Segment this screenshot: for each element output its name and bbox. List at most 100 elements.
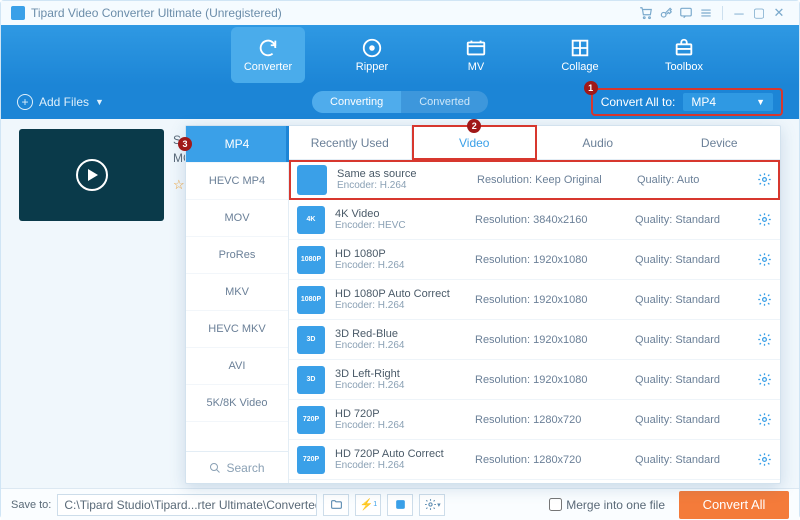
tab-audio[interactable]: Audio	[537, 126, 659, 159]
preset-info: 4K VideoEncoder: HEVC	[335, 208, 465, 231]
preset-row[interactable]: 3D 3D Red-BlueEncoder: H.264 Resolution: 1…	[289, 320, 780, 360]
preset-encoder: Encoder: H.264	[335, 380, 465, 391]
category-hevc-mp4[interactable]: HEVC MP4	[186, 163, 288, 200]
convert-all-value: MP4	[691, 95, 716, 109]
preset-icon: 720P	[297, 406, 325, 434]
play-icon	[76, 159, 108, 191]
preset-resolution: Resolution: 1920x1080	[475, 374, 625, 386]
high-speed-button[interactable]	[387, 494, 413, 516]
preset-info: HD 1080P Auto CorrectEncoder: H.264	[335, 288, 465, 311]
star-icon[interactable]: ☆	[173, 177, 185, 193]
tab-video[interactable]: 2 Video	[412, 125, 538, 160]
category-prores[interactable]: ProRes	[186, 237, 288, 274]
tab-device[interactable]: Device	[659, 126, 781, 159]
tool-toolbox[interactable]: Toolbox	[647, 27, 721, 83]
plus-icon: +	[17, 94, 33, 110]
preset-resolution: Resolution: 1920x1080	[475, 334, 625, 346]
preset-name: 3D Red-Blue	[335, 328, 465, 340]
titlebar: Tipard Video Converter Ultimate (Unregis…	[1, 1, 799, 25]
preset-resolution: Resolution: 3840x2160	[475, 214, 625, 226]
merge-checkbox[interactable]: Merge into one file	[549, 498, 665, 512]
preset-info: HD 720PEncoder: H.264	[335, 408, 465, 431]
cart-icon[interactable]	[636, 3, 656, 23]
preset-row[interactable]: 720PHD 720P Auto CorrectEncoder: H.264Re…	[289, 440, 780, 480]
preset-name: 3D Left-Right	[335, 368, 465, 380]
status-tabs: Converting Converted	[312, 91, 488, 113]
category-hevc-mkv[interactable]: HEVC MKV	[186, 311, 288, 348]
preset-row[interactable]: 640P640P	[289, 480, 780, 483]
category-mkv[interactable]: MKV	[186, 274, 288, 311]
format-type-tabs: Recently Used 2 Video Audio Device	[289, 126, 780, 160]
preset-row[interactable]: 720PHD 720PEncoder: H.264Resolution: 128…	[289, 400, 780, 440]
video-thumbnail[interactable]	[19, 129, 164, 221]
tab-converting[interactable]: Converting	[312, 91, 401, 113]
preset-icon: 3D	[297, 326, 325, 354]
tab-converted[interactable]: Converted	[401, 91, 488, 113]
category-mp4[interactable]: 3 MP4	[186, 126, 288, 163]
maximize-icon[interactable]: ▢	[749, 3, 769, 23]
preset-row[interactable]: 4K4K VideoEncoder: HEVCResolution: 3840x…	[289, 200, 780, 240]
preset-quality: Quality: Standard	[635, 214, 745, 226]
preset-info: 3D Left-RightEncoder: H.264	[335, 368, 465, 391]
format-category-list: 3 MP4 HEVC MP4 MOV ProRes MKV HEVC MKV A…	[186, 126, 289, 483]
minimize-icon[interactable]: ─	[729, 3, 749, 23]
preset-settings-button[interactable]	[757, 372, 772, 387]
preset-info: HD 1080PEncoder: H.264	[335, 248, 465, 271]
category-label: MP4	[225, 137, 250, 151]
feedback-icon[interactable]	[676, 3, 696, 23]
preset-settings-button[interactable]	[757, 332, 772, 347]
settings-button[interactable]: ▾	[419, 494, 445, 516]
convert-all-format-dropdown[interactable]: MP4 ▼	[683, 93, 773, 111]
preset-icon: 1080P	[297, 286, 325, 314]
preset-name: HD 1080P Auto Correct	[335, 288, 465, 300]
gpu-accel-button[interactable]: ⚡1	[355, 494, 381, 516]
app-logo-icon	[11, 6, 25, 20]
preset-quality: Quality: Standard	[635, 414, 745, 426]
mv-icon	[465, 37, 487, 59]
preset-quality: Quality: Standard	[635, 254, 745, 266]
preset-row[interactable]: Same as sourceEncoder: H.264Resolution: …	[289, 160, 780, 200]
preset-name: HD 1080P	[335, 248, 465, 260]
add-files-label: Add Files	[39, 95, 89, 109]
category-avi[interactable]: AVI	[186, 348, 288, 385]
category-5k8k[interactable]: 5K/8K Video	[186, 385, 288, 422]
preset-row[interactable]: 3D3D Left-RightEncoder: H.264Resolution:…	[289, 360, 780, 400]
merge-checkbox-input[interactable]	[549, 498, 562, 511]
tool-collage[interactable]: Collage	[543, 27, 617, 83]
preset-settings-button[interactable]	[757, 292, 772, 307]
save-to-path-field[interactable]: C:\Tipard Studio\Tipard...rter Ultimate\…	[57, 494, 317, 516]
tool-converter[interactable]: Converter	[231, 27, 305, 83]
toolbox-icon	[673, 37, 695, 59]
format-detail-panel: Recently Used 2 Video Audio Device Same …	[289, 126, 780, 483]
tool-label: Toolbox	[665, 61, 703, 73]
tool-ripper[interactable]: Ripper	[335, 27, 409, 83]
key-icon[interactable]	[656, 3, 676, 23]
preset-name: HD 720P	[335, 408, 465, 420]
converter-icon	[257, 37, 279, 59]
menu-icon[interactable]	[696, 3, 716, 23]
preset-settings-button[interactable]	[757, 252, 772, 267]
collage-icon	[569, 37, 591, 59]
add-files-button[interactable]: + Add Files ▼	[17, 94, 104, 110]
preset-row[interactable]: 1080PHD 1080PEncoder: H.264Resolution: 1…	[289, 240, 780, 280]
preset-settings-button[interactable]	[757, 452, 772, 467]
close-icon[interactable]: ✕	[769, 3, 789, 23]
browse-folder-button[interactable]	[323, 494, 349, 516]
category-mov[interactable]: MOV	[186, 200, 288, 237]
tab-recently-used[interactable]: Recently Used	[289, 126, 412, 159]
preset-name: Same as source	[337, 168, 467, 180]
preset-encoder: Encoder: H.264	[335, 340, 465, 351]
preset-quality: Quality: Standard	[635, 374, 745, 386]
preset-settings-button[interactable]	[757, 212, 772, 227]
preset-quality: Quality: Auto	[637, 174, 747, 186]
subbar: + Add Files ▼ Converting Converted 1 Con…	[1, 85, 799, 119]
preset-encoder: Encoder: H.264	[335, 260, 465, 271]
convert-all-button[interactable]: Convert All	[679, 491, 789, 519]
tool-mv[interactable]: MV	[439, 27, 513, 83]
search-button[interactable]: Search	[186, 451, 288, 483]
preset-name: 4K Video	[335, 208, 465, 220]
preset-settings-button[interactable]	[757, 412, 772, 427]
chevron-down-icon: ▼	[95, 97, 104, 107]
preset-settings-button[interactable]	[757, 172, 772, 187]
preset-row[interactable]: 1080P HD 1080P Auto CorrectEncoder: H.264…	[289, 280, 780, 320]
